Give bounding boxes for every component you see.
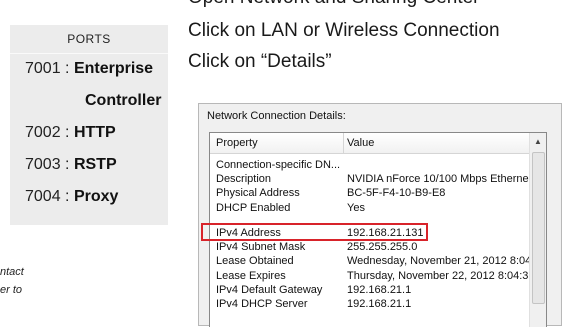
port-row: 7003 : RSTP bbox=[25, 156, 170, 174]
scrollbar-thumb[interactable] bbox=[532, 152, 545, 304]
instruction-click-details: Click on “Details” bbox=[188, 51, 332, 72]
port-number: 7001 : bbox=[25, 60, 70, 77]
row-property: IPv4 Default Gateway bbox=[216, 284, 323, 296]
port-name: RSTP bbox=[73, 156, 117, 173]
row-property: Physical Address bbox=[216, 187, 300, 199]
details-row[interactable]: Lease Expires Thursday, November 22, 201… bbox=[210, 269, 532, 284]
port-number: 7002 : bbox=[25, 124, 70, 141]
row-value: NVIDIA nForce 10/100 Mbps Etherne bbox=[347, 173, 529, 185]
network-connection-details-dialog: Network Connection Details: Property Val… bbox=[198, 103, 562, 327]
port-name-continuation: Controller bbox=[85, 92, 162, 109]
ports-panel: PORTS 7001 : Enterprise Controller 7002 … bbox=[10, 25, 168, 225]
port-row: 7002 : HTTP bbox=[25, 124, 170, 142]
details-row[interactable]: IPv4 DHCP Server 192.168.21.1 bbox=[210, 297, 532, 312]
port-name: HTTP bbox=[73, 124, 116, 141]
row-value: BC-5F-F4-10-B9-E8 bbox=[347, 187, 446, 199]
column-header-value[interactable]: Value bbox=[347, 137, 374, 149]
details-row[interactable]: IPv4 Subnet Mask 255.255.255.0 bbox=[210, 240, 532, 255]
row-property: Connection-specific DN... bbox=[216, 159, 341, 171]
dialog-title: Network Connection Details: bbox=[207, 110, 346, 122]
row-value: Thursday, November 22, 2012 8:04:3 bbox=[347, 270, 529, 282]
port-name: Proxy bbox=[73, 188, 119, 205]
ipv4-address-highlight-box bbox=[201, 223, 428, 241]
listbox-header: Property Value bbox=[210, 133, 532, 154]
row-value: Yes bbox=[347, 202, 365, 214]
details-row[interactable]: Description NVIDIA nForce 10/100 Mbps Et… bbox=[210, 172, 532, 187]
row-property: DHCP Enabled bbox=[216, 202, 291, 214]
row-value: 192.168.21.1 bbox=[347, 298, 412, 310]
port-name: Enterprise bbox=[73, 60, 154, 77]
row-value: 192.168.21.1 bbox=[347, 284, 412, 296]
row-property: IPv4 Subnet Mask bbox=[216, 241, 306, 253]
details-row[interactable]: Connection-specific DN... bbox=[210, 158, 532, 173]
port-number: 7004 : bbox=[25, 188, 70, 205]
row-property: Lease Obtained bbox=[216, 255, 294, 267]
details-row[interactable]: IPv4 Default Gateway 192.168.21.1 bbox=[210, 283, 532, 298]
row-value: Wednesday, November 21, 2012 8:04 ≡ bbox=[347, 255, 541, 267]
instruction-open-network-center: Open Network and Sharing Center bbox=[188, 0, 480, 9]
details-row[interactable]: Physical Address BC-5F-F4-10-B9-E8 bbox=[210, 186, 532, 201]
instruction-click-connection: Click on LAN or Wireless Connection bbox=[188, 20, 500, 41]
port-row: 7004 : Proxy bbox=[25, 188, 170, 206]
column-header-property[interactable]: Property bbox=[216, 137, 258, 149]
row-property: Lease Expires bbox=[216, 270, 286, 282]
side-note-line: er to bbox=[0, 284, 23, 296]
row-property: Description bbox=[216, 173, 272, 185]
details-row[interactable]: DHCP Enabled Yes bbox=[210, 201, 532, 216]
details-row[interactable]: Lease Obtained Wednesday, November 21, 2… bbox=[210, 254, 541, 269]
column-divider[interactable] bbox=[343, 133, 344, 153]
vertical-scrollbar[interactable]: ▲ bbox=[529, 133, 546, 327]
port-row: 7001 : Enterprise bbox=[25, 60, 170, 78]
row-value: 255.255.255.0 bbox=[347, 241, 418, 253]
ports-title: PORTS bbox=[10, 25, 168, 54]
side-note-line: ntact bbox=[0, 266, 24, 278]
row-property: IPv4 DHCP Server bbox=[216, 298, 308, 310]
port-number: 7003 : bbox=[25, 156, 70, 173]
scroll-up-arrow-icon[interactable]: ▲ bbox=[530, 133, 546, 150]
